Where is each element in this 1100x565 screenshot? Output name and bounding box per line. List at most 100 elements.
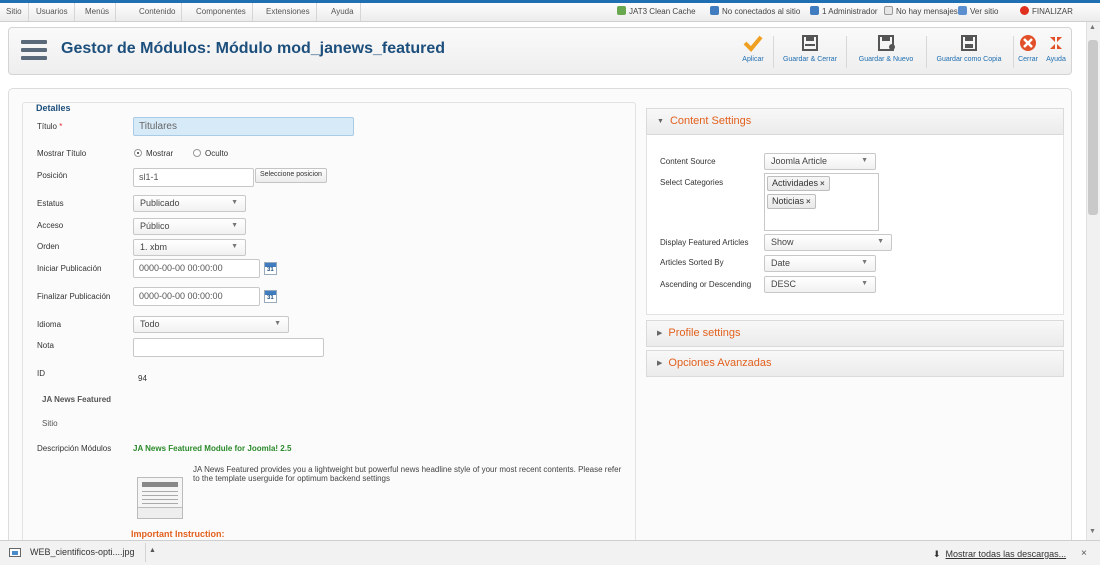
messages-status[interactable]: No hay mensajes (884, 3, 958, 21)
chevron-down-icon: ▼ (231, 243, 238, 250)
mail-icon (884, 6, 893, 15)
save-new-icon (878, 35, 895, 51)
chevron-down-icon: ▼ (877, 238, 884, 245)
chevron-down-icon: ▼ (861, 157, 868, 164)
publish-down-label: Finalizar Publicación (37, 292, 111, 301)
close-button[interactable]: Cerrar (1013, 34, 1043, 72)
order-label: Orden (37, 242, 60, 251)
scroll-up-icon[interactable]: ▲ (1089, 24, 1096, 31)
users-icon (710, 6, 719, 15)
description-label: Descripción Módulos (37, 444, 112, 453)
chevron-down-icon: ▼ (861, 259, 868, 266)
content-settings-header[interactable]: ▼ Content Settings (646, 108, 1064, 135)
show-all-downloads-link[interactable]: ⬇ Mostrar todas las descargas... (933, 549, 1066, 560)
status-label: Estatus (37, 199, 64, 208)
publish-up-input[interactable]: 0000-00-00 00:00:00 (133, 259, 260, 278)
id-value: 94 (138, 374, 147, 383)
featured-articles-label: Display Featured Articles (660, 238, 749, 247)
apply-button[interactable]: Aplicar (735, 34, 771, 72)
calendar-icon[interactable]: 31 (264, 290, 277, 303)
note-input[interactable] (133, 338, 324, 357)
remove-tag-icon[interactable]: × (806, 197, 811, 206)
menu-componentes[interactable]: Componentes (190, 3, 253, 21)
articles-sorted-select[interactable]: Date ▼ (764, 255, 876, 272)
show-title-no-radio[interactable]: Oculto (193, 149, 228, 158)
position-input[interactable]: sl1-1 (133, 168, 254, 187)
admin-menu-bar: Sitio Usuarios Menús Contenido Component… (0, 3, 1100, 22)
radio-empty-icon (193, 149, 201, 157)
remove-tag-icon[interactable]: × (820, 179, 825, 188)
download-icon: ⬇ (933, 549, 941, 559)
menu-extensiones[interactable]: Extensiones (260, 3, 317, 21)
monitor-icon (958, 6, 967, 15)
chevron-down-icon: ▼ (274, 320, 281, 327)
status-select[interactable]: Publicado ▼ (133, 195, 246, 212)
download-menu-button[interactable]: ▲ (145, 543, 157, 562)
description-title: JA News Featured Module for Joomla! 2.5 (133, 444, 292, 453)
scrollbar-thumb[interactable] (1088, 40, 1098, 215)
save-copy-button[interactable]: Guardar como Copia (928, 34, 1010, 72)
module-manager-icon (21, 40, 47, 62)
chevron-down-icon: ▼ (657, 118, 664, 125)
menu-menus[interactable]: Menús (79, 3, 117, 21)
featured-articles-select[interactable]: Show ▼ (764, 234, 892, 251)
module-client: Sitio (42, 419, 58, 428)
radio-selected-icon (134, 149, 142, 157)
access-select[interactable]: Público ▼ (133, 218, 246, 235)
save-icon (802, 35, 818, 51)
chevron-right-icon: ▶ (657, 330, 663, 337)
category-tag[interactable]: Noticias × (767, 194, 816, 209)
select-position-button[interactable]: Seleccione posicion (255, 168, 327, 183)
toolbar-separator (926, 36, 927, 68)
menu-sitio[interactable]: Sitio (0, 3, 29, 21)
menu-ayuda[interactable]: Ayuda (325, 3, 361, 21)
sort-order-select[interactable]: DESC ▼ (764, 276, 876, 293)
menu-contenido[interactable]: Contenido (133, 3, 183, 21)
page-title: Gestor de Módulos: Módulo mod_janews_fea… (61, 40, 446, 57)
language-select[interactable]: Todo ▼ (133, 316, 289, 333)
check-icon (743, 35, 763, 52)
show-title-label: Mostrar Título (37, 149, 87, 158)
chevron-right-icon: ▶ (657, 360, 663, 367)
calendar-icon[interactable]: 31 (264, 262, 277, 275)
save-new-button[interactable]: Guardar & Nuevo (849, 34, 923, 72)
select-categories-label: Select Categories (660, 178, 724, 187)
publish-down-input[interactable]: 0000-00-00 00:00:00 (133, 287, 260, 306)
title-label: Título * (37, 122, 63, 131)
module-type-name: JA News Featured (42, 395, 112, 404)
id-label: ID (37, 369, 45, 378)
chevron-up-icon: ▲ (149, 547, 156, 554)
cache-icon (617, 6, 626, 15)
articles-sorted-label: Articles Sorted By (660, 258, 724, 267)
admins-status: 1 Administrador (810, 3, 878, 21)
view-site-link[interactable]: Ver sitio (958, 3, 998, 21)
help-icon (1050, 37, 1062, 49)
close-icon (1020, 35, 1036, 51)
content-source-label: Content Source (660, 157, 716, 166)
menu-usuarios[interactable]: Usuarios (30, 3, 75, 21)
important-instruction-heading: Important Instruction: (131, 529, 225, 539)
profile-settings-header[interactable]: ▶ Profile settings (646, 320, 1064, 347)
scroll-down-icon[interactable]: ▼ (1089, 528, 1096, 535)
help-button[interactable]: Ayuda (1041, 34, 1071, 72)
order-select[interactable]: 1. xbm ▼ (133, 239, 246, 256)
close-download-bar-icon[interactable]: × (1081, 548, 1087, 559)
title-input[interactable]: Titulares (133, 117, 354, 136)
category-tag[interactable]: Actividades × (767, 176, 830, 191)
logout-link[interactable]: FINALIZAR (1020, 3, 1073, 21)
position-label: Posición (37, 171, 68, 180)
language-label: Idioma (37, 320, 62, 329)
power-icon (1020, 6, 1029, 15)
content-source-select[interactable]: Joomla Article ▼ (764, 153, 876, 170)
clean-cache-link[interactable]: JAT3 Clean Cache (617, 3, 696, 21)
newspaper-image-base (137, 507, 183, 519)
save-close-button[interactable]: Guardar & Cerrar (776, 34, 844, 72)
toolbar-separator (846, 36, 847, 68)
download-item[interactable]: WEB_cientificos-opti....jpg (4, 543, 139, 562)
description-text: JA News Featured provides you a lightwei… (193, 465, 622, 483)
show-title-yes-radio[interactable]: Mostrar (134, 149, 173, 158)
page-header: Gestor de Módulos: Módulo mod_janews_fea… (8, 27, 1072, 75)
image-file-icon (9, 548, 21, 557)
access-label: Acceso (37, 221, 64, 230)
advanced-options-header[interactable]: ▶ Opciones Avanzadas (646, 350, 1064, 377)
